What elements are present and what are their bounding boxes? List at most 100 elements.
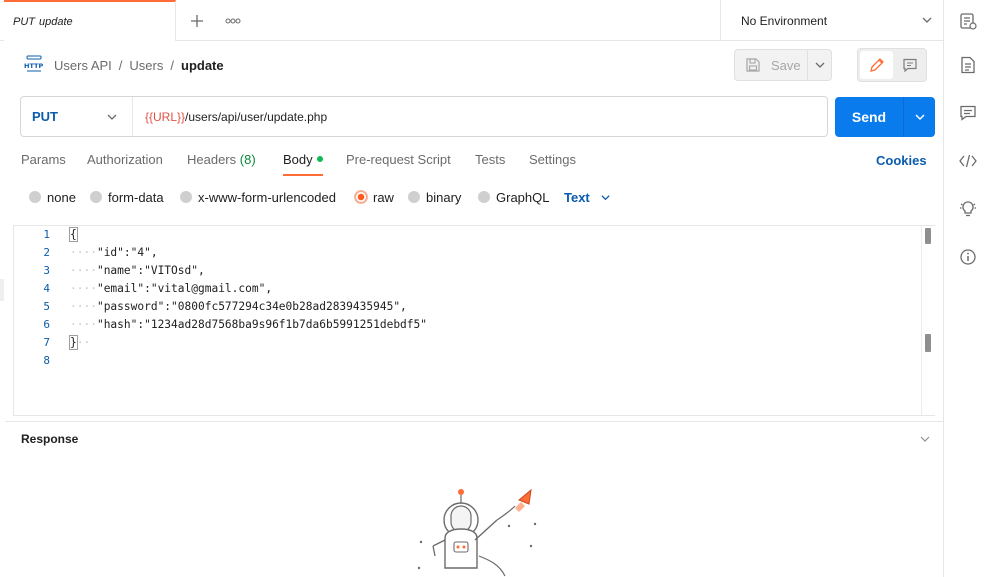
save-button[interactable]: Save (734, 49, 808, 81)
line-number: 5 (43, 300, 50, 313)
save-options-button[interactable] (808, 49, 832, 81)
comments-icon[interactable] (957, 102, 979, 124)
code-text: } (69, 335, 78, 350)
radio-label: raw (373, 189, 394, 205)
code-trailing-whitespace: ·· (76, 336, 91, 349)
radio-form-data[interactable]: form-data (90, 188, 164, 206)
radio-binary[interactable]: binary (408, 188, 461, 206)
request-tab[interactable]: PUT update (4, 0, 176, 41)
radio-graphql[interactable]: GraphQL (478, 188, 549, 206)
code-text: "hash":"1234ad28d7568ba9s96f1b7da6b59912… (96, 318, 427, 331)
radio-raw[interactable]: raw (355, 188, 394, 206)
code-text: "email":"vital@gmail.com", (96, 282, 273, 295)
sidebar-resize-handle[interactable] (0, 279, 4, 301)
code-line: { (69, 226, 78, 244)
tab-label: Tests (475, 152, 506, 167)
body-indicator-dot (316, 156, 323, 162)
scrollbar-thumb[interactable] (925, 228, 931, 244)
cookies-link[interactable]: Cookies (876, 153, 927, 168)
raw-format-selector[interactable]: Text (564, 188, 611, 206)
code-icon[interactable] (957, 150, 979, 172)
tab-tests[interactable]: Tests (475, 150, 505, 176)
tab-label: Body (283, 152, 313, 167)
code-text: "name":"VITOsd", (96, 264, 205, 277)
breadcrumb-separator: / (118, 57, 123, 73)
raw-format-label: Text (564, 189, 590, 205)
code-line: ····"id":"4", (70, 244, 158, 262)
code-line: ····"hash":"1234ad28d7568ba9s96f1b7da6b5… (70, 316, 427, 334)
tab-params[interactable]: Params (21, 150, 66, 176)
line-number: 1 (43, 228, 50, 241)
radio-label: GraphQL (496, 189, 550, 205)
body-editor[interactable]: 1 2 3 4 5 6 7 8 { ····"id":"4", ····"nam… (13, 225, 935, 416)
tab-headers[interactable]: Headers (8) (187, 150, 256, 176)
code-indent: ···· (70, 300, 97, 313)
chevron-down-icon (815, 62, 824, 68)
url-input[interactable]: {{URL}}/users/api/user/update.php (145, 97, 327, 136)
method-selector[interactable]: PUT (21, 97, 133, 136)
radio-circle (355, 191, 367, 203)
save-icon (746, 58, 760, 72)
send-button[interactable]: Send (835, 97, 903, 137)
plus-icon[interactable] (186, 10, 208, 32)
code-text: "id":"4", (96, 246, 158, 259)
url-path: /users/api/user/update.php (185, 109, 328, 124)
chevron-down-icon[interactable] (919, 433, 931, 448)
pencil-icon[interactable] (860, 51, 893, 79)
line-number: 3 (43, 264, 50, 277)
editor-scrollbar[interactable] (921, 226, 935, 415)
environment-label: No Environment (741, 13, 828, 28)
tab-label: Headers (187, 152, 237, 167)
comment-icon[interactable] (894, 51, 926, 79)
breadcrumb-separator: / (170, 57, 174, 73)
code-indent: ···· (70, 264, 97, 277)
tab-body[interactable]: Body (283, 150, 323, 176)
url-variable: {{URL}} (145, 109, 186, 124)
info-icon[interactable] (957, 246, 979, 268)
breadcrumb-collection[interactable]: Users API (54, 58, 112, 73)
code-line: ····"name":"VITOsd", (70, 262, 205, 280)
code-indent: ···· (70, 282, 97, 295)
radio-circle (408, 191, 420, 203)
code-indent: ···· (70, 246, 97, 259)
astronaut-illustration (409, 486, 549, 577)
tab-authorization[interactable]: Authorization (87, 150, 163, 176)
scrollbar-thumb[interactable] (925, 334, 931, 352)
tab-label: Pre-request Script (346, 152, 451, 167)
breadcrumb-current[interactable]: update (181, 58, 224, 73)
response-title: Response (21, 432, 79, 446)
radio-circle (180, 191, 192, 203)
chevron-down-icon (106, 111, 118, 126)
tab-pre-request-script[interactable]: Pre-request Script (346, 150, 451, 176)
line-number: 7 (43, 336, 50, 349)
radio-label: binary (426, 189, 462, 205)
line-gutter: 1 2 3 4 5 6 7 8 (14, 226, 58, 415)
bulb-icon[interactable] (957, 198, 979, 220)
send-options-button[interactable] (903, 97, 935, 137)
tab-label: Settings (529, 152, 576, 167)
environment-icon[interactable] (957, 10, 979, 32)
chevron-down-icon (921, 14, 933, 29)
radio-x-www-form-urlencoded[interactable]: x-www-form-urlencoded (180, 188, 336, 206)
save-label: Save (771, 57, 801, 73)
more-icon[interactable] (222, 10, 244, 32)
request-tab-method: PUT (13, 15, 35, 28)
radio-none[interactable]: none (29, 188, 76, 206)
headers-count: (8) (239, 152, 256, 167)
request-tab-name: update (39, 15, 73, 28)
svg-text:HTTP: HTTP (24, 62, 43, 70)
right-sidebar (943, 0, 991, 577)
url-bar: PUT {{URL}}/users/api/user/update.php (20, 96, 828, 137)
environment-selector[interactable]: No Environment (720, 0, 943, 41)
mode-switch (857, 48, 927, 82)
line-number: 8 (43, 354, 50, 367)
tab-settings[interactable]: Settings (529, 150, 576, 176)
http-icon: HTTP (24, 55, 44, 76)
tab-strip: PUT update No Environment (0, 0, 943, 41)
send-label: Send (851, 109, 887, 125)
documentation-icon[interactable] (957, 54, 979, 76)
response-pane: Response (5, 421, 943, 577)
breadcrumb-folder[interactable]: Users (129, 58, 163, 73)
line-number: 6 (43, 318, 50, 331)
method-label: PUT (32, 109, 58, 124)
